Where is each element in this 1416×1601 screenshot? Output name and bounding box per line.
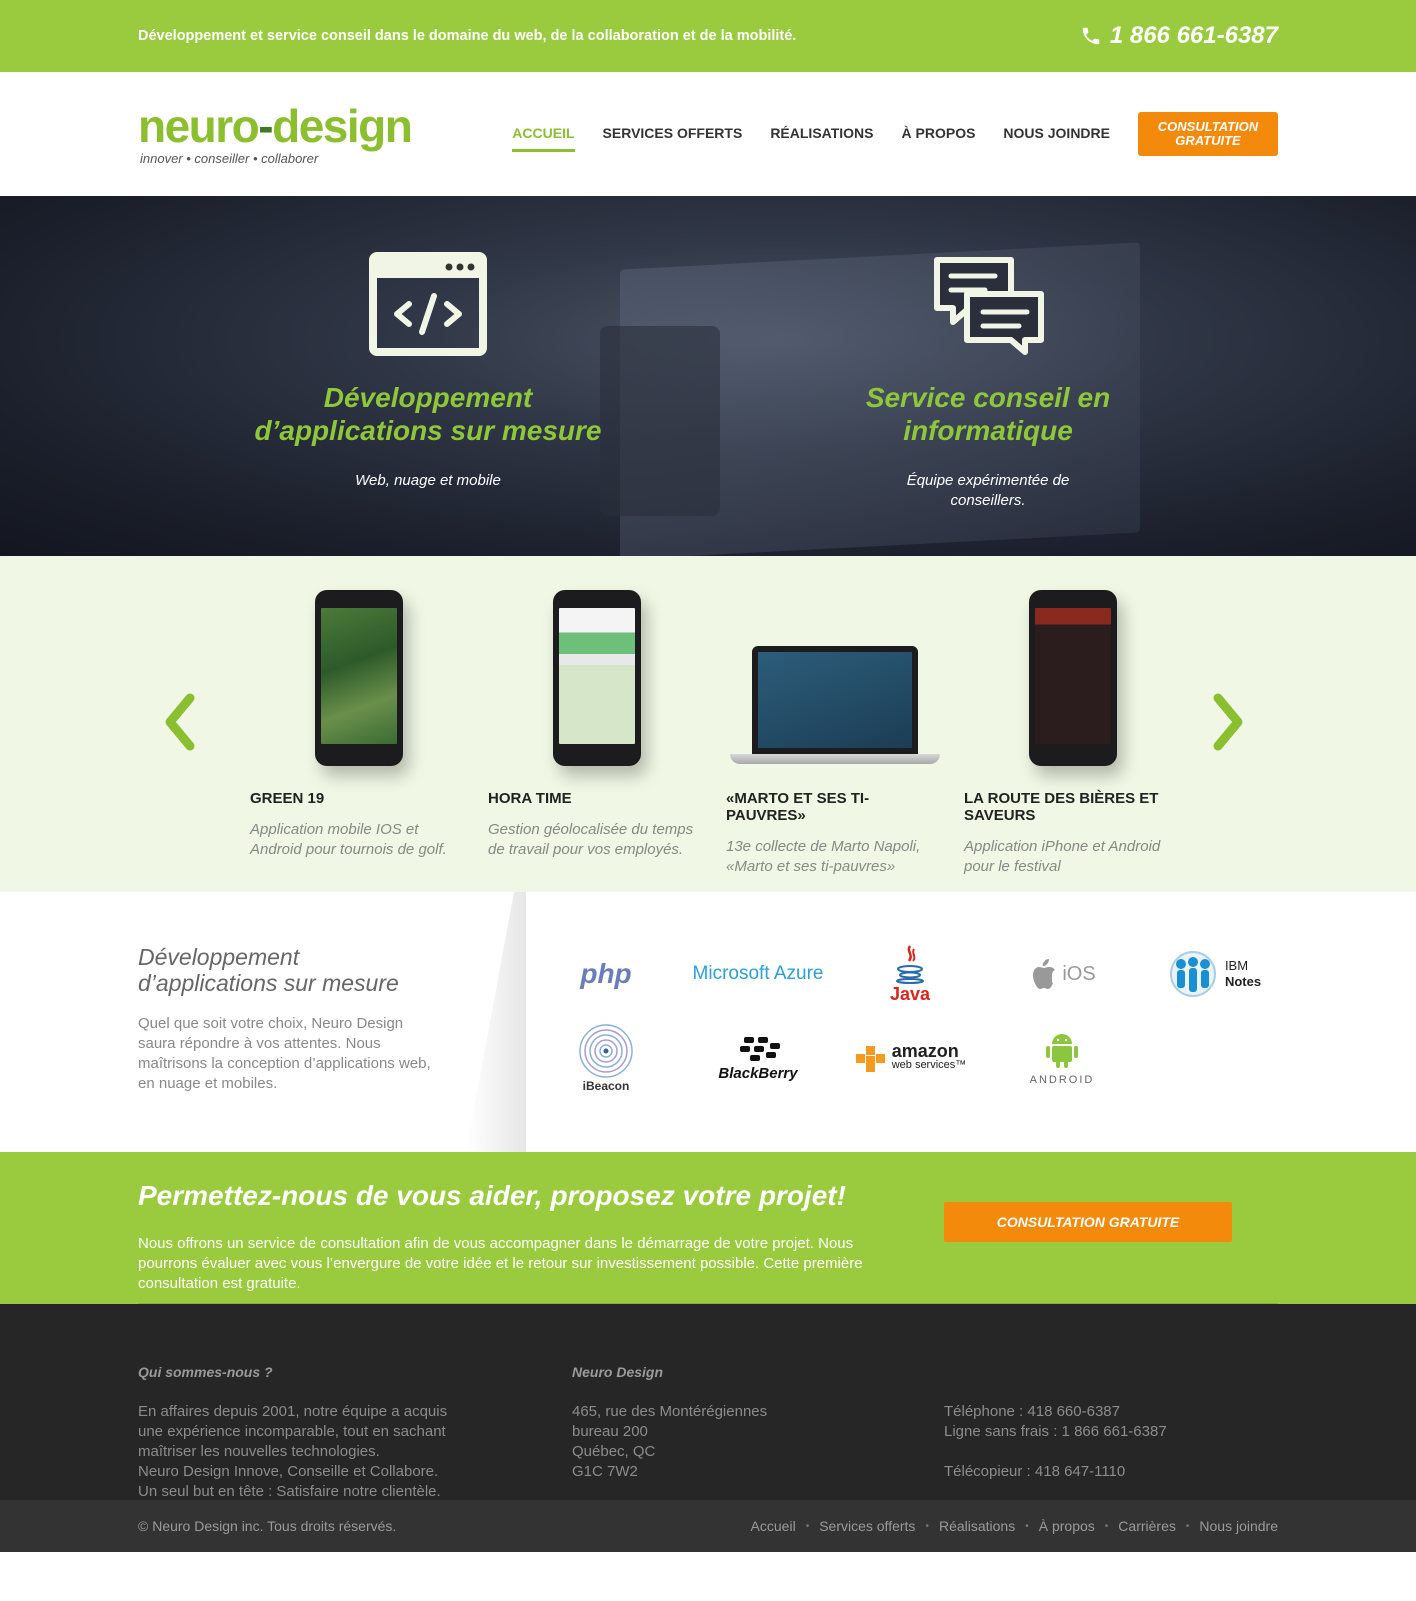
project-description: Application iPhone et Android pour le fe…: [964, 838, 1161, 875]
nav-accueil[interactable]: ACCUEIL: [512, 117, 575, 152]
nav-a-propos[interactable]: À PROPOS: [902, 117, 976, 152]
azure-logo: Microsoft Azure: [692, 963, 824, 984]
ibeacon-icon: [579, 1024, 633, 1078]
project-image: [488, 588, 706, 766]
footer-link-a-propos[interactable]: À propos: [1039, 1518, 1095, 1534]
site-header: neuro-design innover • conseiller • coll…: [0, 72, 1416, 196]
ibm-notes-icon: [1169, 951, 1216, 997]
project-title: LA ROUTE DES BIÈRES ET SAVEURS: [964, 790, 1159, 824]
site-footer: Qui sommes-nous ? En affaires depuis 200…: [0, 1304, 1416, 1552]
hero-subtitle-development: Web, nuage et mobile: [355, 472, 501, 489]
project-card[interactable]: LA ROUTE DES BIÈRES ET SAVEURS Applicati…: [964, 588, 1182, 877]
project-description: Application mobile IOS et Android pour t…: [250, 821, 447, 858]
main-nav: ACCUEIL SERVICES OFFERTS RÉALISATIONS À …: [512, 112, 1278, 156]
chevron-right-icon[interactable]: [1208, 692, 1248, 752]
logo[interactable]: neuro-design innover • conseiller • coll…: [138, 99, 413, 166]
technologies-text: Quel que soit votre choix, Neuro Design …: [138, 1015, 431, 1092]
footer-nav: Accueil • Services offerts • Réalisation…: [750, 1518, 1278, 1534]
footer-link-carrieres[interactable]: Carrières: [1118, 1518, 1176, 1534]
cta-band: Permettez-nous de vous aider, proposez v…: [0, 1152, 1416, 1304]
footer-fax: Télécopieur : 418 647-1110: [944, 1463, 1126, 1480]
cta-heading: Permettez-nous de vous aider, proposez v…: [138, 1180, 846, 1211]
top-phone-number: 1 866 661-6387: [1109, 22, 1278, 49]
code-window-icon: [369, 252, 487, 356]
consultation-button[interactable]: CONSULTATION GRATUITE: [944, 1202, 1232, 1242]
hero-title-development: Développement d’applications sur mesure: [254, 382, 602, 446]
project-description: 13e collecte de Marto Napoli, «Marto et …: [726, 838, 921, 875]
top-bar: Développement et service conseil dans le…: [0, 0, 1416, 72]
php-logo: php: [580, 958, 632, 989]
footer-tollfree[interactable]: Ligne sans frais : 1 866 661-6387: [944, 1422, 1244, 1442]
footer-link-nous-joindre[interactable]: Nous joindre: [1199, 1518, 1278, 1534]
android-icon: [1046, 1034, 1078, 1068]
ibm-notes-logo: IBM Notes: [1138, 932, 1290, 1016]
blackberry-icon: [740, 1036, 780, 1061]
project-image: [726, 588, 944, 766]
cta-text: Nous offrons un service de consultation …: [138, 1235, 863, 1292]
hero-item-consulting: Service conseil en informatique Équipe e…: [788, 196, 1188, 511]
footer-link-accueil[interactable]: Accueil: [751, 1518, 796, 1534]
logo-slogan: innover • conseiller • collaborer: [140, 150, 319, 166]
chat-bubbles-icon: [934, 257, 1044, 355]
nav-nous-joindre[interactable]: NOUS JOINDRE: [1003, 117, 1110, 152]
java-logo: Java: [834, 932, 986, 1016]
hero-banner: Développement d’applications sur mesure …: [0, 196, 1416, 556]
footer-about: Qui sommes-nous ? En affaires depuis 200…: [138, 1362, 478, 1502]
project-title: «MARTO ET SES TI-PAUVRES»: [726, 790, 870, 824]
project-title: GREEN 19: [250, 790, 325, 807]
section-divider: [466, 892, 526, 1152]
footer-contact: Téléphone : 418 660-6387 Ligne sans frai…: [944, 1402, 1244, 1482]
footer-about-title: Qui sommes-nous ?: [138, 1364, 273, 1380]
chevron-left-icon[interactable]: [160, 692, 200, 752]
footer-address: Neuro Design 465, rue des Montérégiennes…: [572, 1362, 872, 1482]
project-card[interactable]: «MARTO ET SES TI-PAUVRES» 13e collecte d…: [726, 588, 944, 877]
nav-services[interactable]: SERVICES OFFERTS: [603, 117, 743, 152]
top-phone[interactable]: 1 866 661-6387: [1080, 22, 1278, 50]
footer-link-services[interactable]: Services offerts: [819, 1518, 915, 1534]
header-consultation-button[interactable]: CONSULTATION GRATUITE: [1138, 112, 1278, 156]
project-image: [964, 588, 1182, 766]
copyright: © Neuro Design inc. Tous droits réservés…: [138, 1518, 397, 1534]
hero-subtitle-consulting: Équipe expérimentée de conseillers.: [906, 472, 1070, 509]
nav-realisations[interactable]: RÉALISATIONS: [770, 117, 873, 152]
footer-company-title: Neuro Design: [572, 1364, 664, 1380]
phone-icon: [1082, 27, 1100, 45]
hero-item-development: Développement d’applications sur mesure …: [228, 196, 628, 511]
ios-logo: iOS: [986, 932, 1138, 1016]
logo-wordmark: neuro-design: [138, 99, 413, 152]
project-description: Gestion géolocalisée du temps de travail…: [488, 821, 694, 858]
project-title: HORA TIME: [488, 790, 572, 807]
amazon-web-services-logo: amazon web services™: [834, 1016, 986, 1100]
tagline: Développement et service conseil dans le…: [138, 28, 797, 44]
technologies-heading: Développement d’applications sur mesure: [138, 944, 399, 996]
footer-phone[interactable]: Téléphone : 418 660-6387: [944, 1402, 1244, 1422]
blackberry-logo: BlackBerry: [682, 1016, 834, 1100]
apple-icon: [1033, 959, 1056, 989]
technologies-section: Développement d’applications sur mesure …: [0, 892, 1416, 1152]
hero-title-consulting: Service conseil en informatique: [865, 382, 1111, 446]
footer-bottom-bar: © Neuro Design inc. Tous droits réservés…: [0, 1500, 1416, 1552]
project-card[interactable]: GREEN 19 Application mobile IOS et Andro…: [250, 588, 468, 877]
footer-link-realisations[interactable]: Réalisations: [939, 1518, 1015, 1534]
java-cup-icon: [896, 944, 924, 984]
ibeacon-logo: iBeacon: [530, 1016, 682, 1100]
project-card[interactable]: HORA TIME Gestion géolocalisée du temps …: [488, 588, 706, 877]
projects-carousel: GREEN 19 Application mobile IOS et Andro…: [0, 556, 1416, 892]
aws-cubes-icon: [855, 1046, 885, 1072]
android-logo: ANDROID: [986, 1016, 1138, 1100]
project-image: [250, 588, 468, 766]
